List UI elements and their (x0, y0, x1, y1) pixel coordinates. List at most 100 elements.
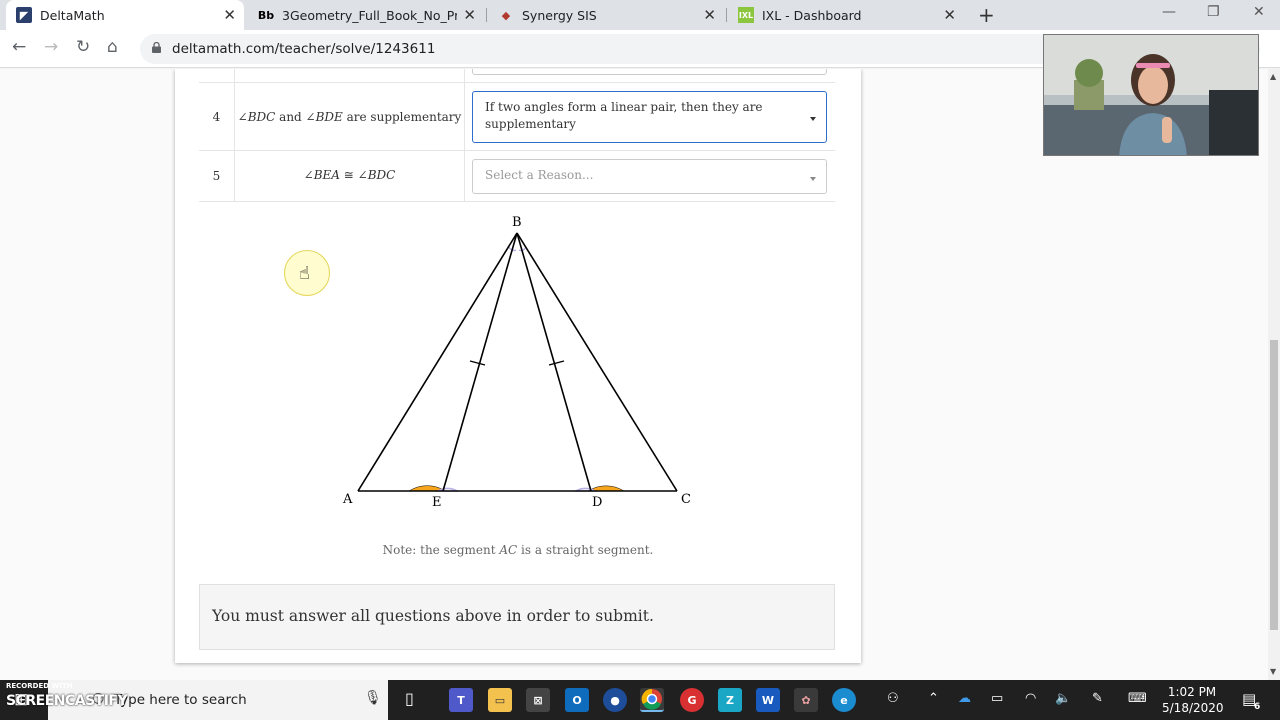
label-e: E (432, 495, 442, 510)
tab-title: Synergy SIS (522, 7, 597, 23)
caret-down-icon (810, 176, 816, 181)
row-number: 5 (199, 151, 235, 201)
restore-icon[interactable]: ❐ (1207, 4, 1220, 20)
word-icon[interactable]: W (756, 688, 780, 712)
note-segment: AC (499, 543, 518, 557)
tab-title: 3Geometry_Full_Book_No_Printin (282, 7, 457, 23)
deltamath-icon: ◤ (16, 7, 32, 23)
lock-icon (152, 42, 161, 53)
recorder-watermark-logo: SCREENCASTIFY (6, 693, 128, 709)
reload-icon[interactable]: ↻ (76, 37, 90, 57)
taskbar-search-placeholder: Type here to search (114, 692, 247, 708)
statement-tail: are supplementary (342, 109, 462, 124)
submit-message: You must answer all questions above in o… (212, 607, 654, 625)
close-window-icon[interactable]: ✕ (1253, 4, 1265, 20)
snip-icon[interactable]: ✿ (794, 688, 818, 712)
browser-tab-bar: ◤ DeltaMath ✕ Bb 3Geometry_Full_Book_No_… (0, 0, 1280, 30)
angle-bdc: ∠BDC (237, 109, 276, 124)
outlook-icon[interactable]: O (565, 688, 589, 712)
microphone-icon[interactable]: 🎙 (364, 690, 382, 706)
angle-bdc: ∠BDC (357, 167, 396, 182)
reason-selected-text: If two angles form a linear pair, then t… (485, 100, 763, 131)
notification-count: 6 (1254, 702, 1261, 712)
close-tab-icon[interactable]: ✕ (223, 6, 236, 24)
chrome-logo (641, 688, 662, 710)
close-tab-icon[interactable]: ✕ (943, 6, 956, 24)
proof-row-previous (199, 69, 835, 83)
windows-taskbar: ⊞ ○ Type here to search 🎙 ▯ T ▭ ⊠ O ● G … (0, 680, 1280, 720)
taskbar-clock[interactable]: 1:02 PM 5/18/2020 (1162, 684, 1224, 716)
reason-dropdown-5[interactable]: Select a Reason... (472, 159, 827, 194)
new-tab-icon[interactable]: + (978, 3, 995, 27)
angle-bde: ∠BDE (305, 109, 343, 124)
wifi-icon[interactable]: ◠ (1025, 691, 1036, 706)
notes-icon[interactable]: Z (718, 688, 742, 712)
tab-separator (486, 8, 487, 22)
chevron-up-icon[interactable]: ⌃ (928, 691, 939, 706)
tab-title: DeltaMath (40, 7, 105, 23)
scroll-up-icon[interactable]: ▲ (1270, 72, 1276, 81)
tick-mark-db (548, 360, 565, 366)
pen-icon[interactable]: ✎ (1092, 691, 1103, 706)
row-statement: ∠BDC and ∠BDE are supplementary (235, 83, 465, 150)
note-prefix: Note: the segment (382, 543, 500, 557)
battery-icon[interactable]: ▭ (991, 691, 1003, 706)
note-suffix: is a straight segment. (517, 543, 654, 557)
hand-pointer-icon: ☝ (299, 263, 310, 284)
reason-placeholder: Select a Reason... (485, 168, 594, 182)
proof-row-4: 4 ∠BDC and ∠BDE are supplementary If two… (199, 83, 835, 151)
grammarly-icon[interactable]: G (680, 688, 704, 712)
proof-row-5: 5 ∠BEA ≅ ∠BDC Select a Reason... (199, 151, 835, 202)
task-view-icon[interactable]: ▯ (405, 689, 414, 708)
people-icon[interactable]: ⚇ (887, 691, 899, 706)
diagram-note: Note: the segment AC is a straight segme… (175, 543, 861, 557)
forward-icon[interactable]: → (44, 37, 58, 57)
segment-db (516, 232, 592, 492)
home-icon[interactable]: ⌂ (107, 37, 118, 57)
scroll-down-icon[interactable]: ▼ (1270, 667, 1276, 676)
blackboard-icon: Bb (257, 8, 275, 22)
segment-eb (442, 232, 518, 492)
back-icon[interactable]: ← (12, 37, 26, 57)
synergy-icon: ◆ (501, 8, 511, 22)
chrome-icon[interactable] (640, 688, 664, 712)
close-tab-icon[interactable]: ✕ (703, 6, 716, 24)
proof-card: 4 ∠BDC and ∠BDE are supplementary If two… (175, 69, 861, 663)
file-explorer-icon[interactable]: ▭ (488, 688, 512, 712)
clock-time: 1:02 PM (1167, 685, 1217, 699)
label-c: C (681, 492, 691, 507)
cursor-highlight: ☝ (284, 250, 330, 296)
scrollbar-thumb[interactable] (1270, 340, 1278, 630)
label-b: B (512, 215, 522, 230)
tab-ixl[interactable]: IXL IXL - Dashboard ✕ (728, 0, 964, 30)
close-tab-icon[interactable]: ✕ (463, 6, 476, 24)
edge-icon[interactable]: e (832, 688, 856, 712)
row-number (199, 69, 235, 82)
media-icon[interactable]: ● (603, 688, 627, 712)
congruent-symbol: ≅ (339, 167, 358, 182)
row-number: 4 (199, 83, 235, 150)
triangle-diagram: B A E D C (342, 215, 691, 510)
tab-deltamath[interactable]: ◤ DeltaMath ✕ (6, 0, 244, 30)
onedrive-icon[interactable]: ☁ (958, 691, 971, 706)
reason-dropdown-4[interactable]: If two angles form a linear pair, then t… (472, 91, 827, 143)
label-d: D (592, 495, 602, 510)
ixl-icon: IXL (738, 7, 754, 23)
store-icon[interactable]: ⊠ (526, 688, 550, 712)
keyboard-icon[interactable]: ⌨ (1128, 691, 1147, 706)
url-text: deltamath.com/teacher/solve/1243611 (172, 41, 436, 57)
tab-blackboard[interactable]: Bb 3Geometry_Full_Book_No_Printin ✕ (248, 0, 484, 30)
row-statement: ∠BEA ≅ ∠BDC (235, 151, 465, 201)
tab-synergy[interactable]: ◆ Synergy SIS ✕ (488, 0, 724, 30)
label-a: A (342, 492, 353, 507)
reason-dropdown-previous[interactable] (472, 69, 827, 75)
minimize-icon[interactable]: — (1162, 4, 1176, 20)
statement-connector: and (275, 109, 306, 124)
volume-icon[interactable]: 🔈 (1055, 691, 1071, 706)
teams-icon[interactable]: T (449, 688, 473, 712)
page-viewport: 4 ∠BDC and ∠BDE are supplementary If two… (0, 69, 1268, 680)
recorder-watermark-caption: RECORDED WITH (6, 682, 73, 690)
tick-mark-eb (469, 360, 486, 366)
caret-down-icon (810, 117, 816, 121)
submit-message-box: You must answer all questions above in o… (199, 584, 835, 650)
